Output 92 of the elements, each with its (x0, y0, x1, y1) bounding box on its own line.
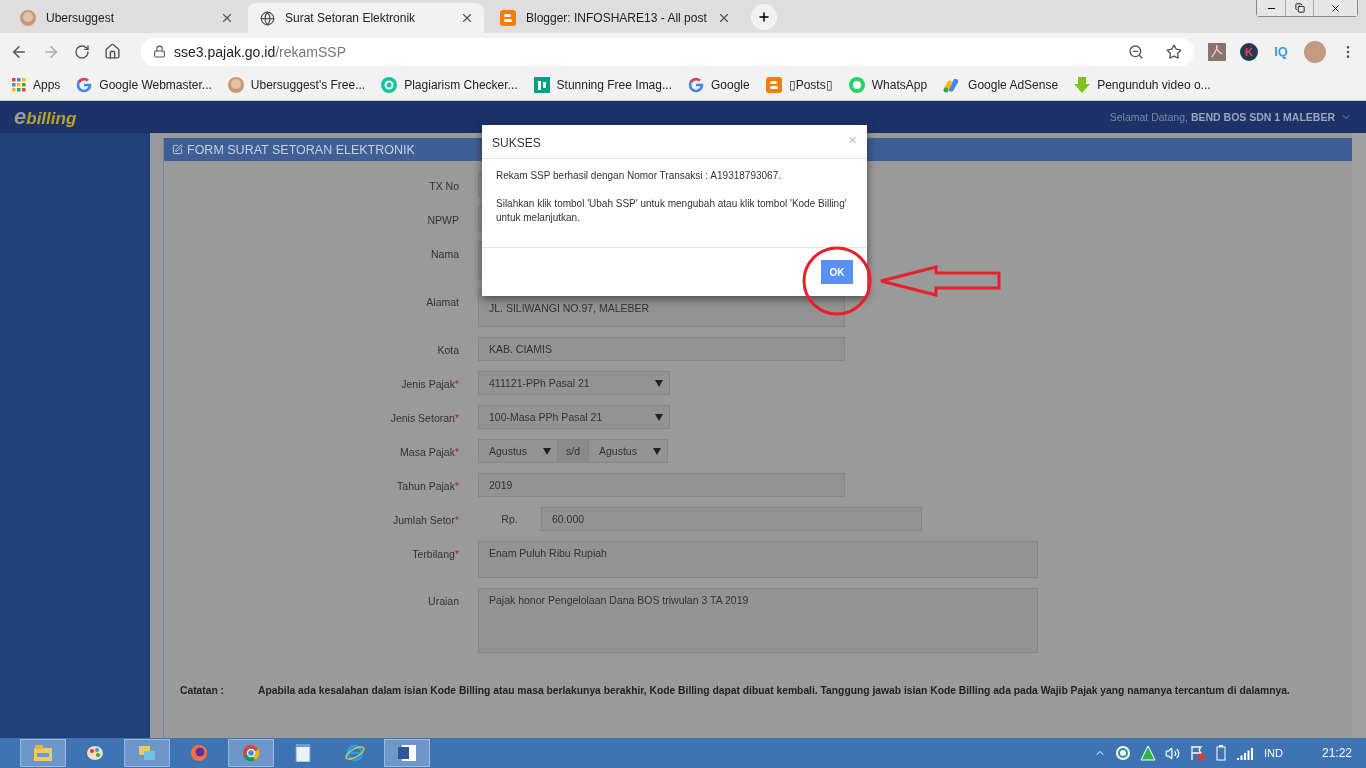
close-tab-icon[interactable] (460, 11, 474, 25)
lock-icon (153, 45, 166, 58)
dropdown[interactable]: Agustus (588, 439, 668, 463)
field-label: TX No (429, 179, 459, 192)
edit-icon (172, 144, 183, 155)
dropdown[interactable]: 100-Masa PPh Pasal 21 (478, 405, 670, 429)
field-label: NPWP (427, 213, 459, 226)
triangle-icon[interactable] (1140, 745, 1156, 761)
restore-icon (1294, 3, 1305, 13)
field-label: Nama (431, 247, 459, 260)
word-icon (398, 744, 416, 762)
taskbar-app-button[interactable] (384, 739, 430, 767)
blogger-icon (765, 77, 782, 93)
bookmark-link[interactable]: Plagiarism Checker... (381, 77, 518, 93)
close-tab-icon[interactable] (220, 11, 234, 25)
grammarly-icon (381, 77, 398, 93)
field-label: Kota (437, 343, 459, 356)
restore-button[interactable] (1285, 0, 1313, 16)
ebilling-logo: ebilling (14, 104, 77, 130)
px-icon (533, 77, 550, 93)
text-area[interactable]: Pajak honor Pengelolaan Dana BOS triwulan 3 TA 2019 (478, 588, 1038, 653)
bookmark-link[interactable]: WhatsApp (848, 77, 928, 93)
folder-icon (34, 745, 52, 761)
close-icon (1330, 2, 1341, 14)
firefox-icon (190, 744, 208, 762)
welcome-text: Selamat Datang, BEND BOS SDN 1 MALEBER (1109, 111, 1335, 123)
dropdown[interactable]: 411121-PPh Pasal 21 (478, 371, 670, 395)
dialog-message: Silahkan klik tombol 'Ubah SSP' untuk mengubah atau klik tombol 'Kode Billing' untuk melanjutkan. (496, 197, 848, 225)
dropdown[interactable]: Agustus (478, 439, 558, 463)
bookmark-link[interactable]: Google (688, 77, 750, 93)
field-label: Alamat (426, 295, 459, 308)
language-indicator[interactable]: IND (1264, 747, 1283, 759)
text-area[interactable]: Enam Puluh Ribu Rupiah (478, 541, 1038, 578)
apps-grid-icon (12, 78, 26, 92)
note-text: Apabila ada kesalahan dalam isian Kode Billing atau masa berlakunya berakhir, Kode Billing dapat dibuat kembali. Tanggung jawab isian Kode Billing ada pada Wajib Pajak yang namanya tercantum di dalamnya. (258, 685, 1290, 696)
browser-tab[interactable]: Surat Setoran Elektronik (248, 3, 484, 33)
internet-explorer-icon (345, 744, 365, 762)
bookmark-link[interactable]: Google AdSense (943, 77, 1059, 93)
windows-icon (138, 745, 156, 761)
field-label: Masa Pajak* (400, 445, 459, 458)
google-icon (688, 77, 704, 93)
notepad-icon (295, 744, 311, 762)
bookmark-link[interactable]: ▯Posts▯ (765, 77, 833, 93)
bookmark-link[interactable]: Pengunduh video o... (1074, 77, 1211, 93)
annotation-circle (801, 245, 873, 317)
reload-icon[interactable] (74, 43, 90, 60)
extension-button[interactable]: IQ (1272, 42, 1290, 61)
chrome-icon (242, 744, 260, 762)
new-tab-button[interactable] (750, 4, 777, 30)
range-separator: s/d (558, 439, 588, 463)
note-label: Catatan : (180, 685, 225, 696)
home-icon[interactable] (104, 43, 121, 60)
pdf-icon[interactable] (1208, 42, 1226, 61)
extension-button[interactable]: K (1240, 42, 1258, 61)
field-label: Jenis Pajak* (401, 377, 459, 390)
flag-icon[interactable] (1189, 745, 1205, 761)
volume-icon[interactable] (1165, 745, 1180, 761)
avatar-icon (227, 77, 244, 93)
clock[interactable]: 21:22 (1321, 746, 1352, 760)
globe-icon (260, 10, 275, 26)
text-field[interactable]: 2019 (478, 473, 845, 497)
scrollbar[interactable] (1352, 133, 1366, 738)
browser-tab[interactable]: Blogger: INFOSHARE13 - All post (488, 3, 741, 33)
ok-button[interactable]: OK (821, 260, 853, 284)
bookmark-link[interactable]: Google Webmaster... (76, 77, 212, 93)
dialog-message: Rekam SSP berhasil dengan Nomor Transaksi : A19318793067. (496, 169, 782, 183)
field-label: Jenis Setoran* (390, 411, 459, 424)
download-icon (1074, 77, 1091, 93)
zoom-out-icon[interactable] (1128, 43, 1144, 60)
bookmark-link[interactable]: Ubersuggest's Free... (227, 77, 366, 93)
amount-field[interactable]: 60.000 (541, 507, 922, 531)
whatsapp-icon (848, 77, 865, 93)
battery-icon[interactable] (1214, 745, 1228, 761)
antivirus-icon[interactable] (1115, 745, 1131, 761)
field-label: Tahun Pajak* (397, 479, 459, 492)
plus-icon (756, 9, 771, 25)
text-field[interactable]: KAB. CIAMIS (478, 337, 845, 361)
bookmark-link[interactable]: Stunning Free Imag... (533, 77, 672, 93)
field-label: Jumlah Setor* (393, 513, 459, 526)
google-icon (76, 77, 93, 93)
bookmark-link[interactable]: Apps (12, 78, 61, 92)
dialog-title: SUKSES (492, 136, 541, 150)
browser-tab[interactable]: Ubersuggest (8, 3, 244, 33)
star-icon[interactable] (1166, 43, 1182, 60)
field-label: Terbilang* (412, 547, 459, 560)
avatar-icon (20, 10, 36, 26)
field-label: Uraian (428, 594, 459, 607)
currency-label: Rp. (500, 513, 519, 525)
signal-icon[interactable] (1237, 746, 1255, 760)
palette-icon (86, 745, 104, 761)
address-bar[interactable]: sse3.pajak.go.id/rekamSSP (141, 37, 1194, 66)
blogger-icon (500, 10, 516, 26)
